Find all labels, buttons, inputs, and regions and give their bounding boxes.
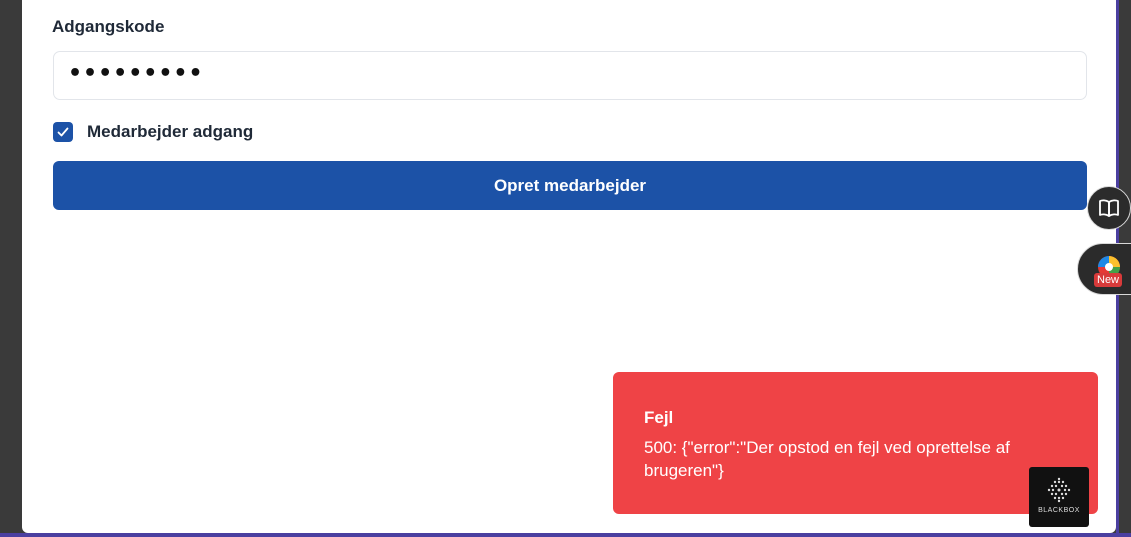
blackbox-logo-icon	[1047, 477, 1071, 503]
toast-title: Fejl	[644, 408, 674, 427]
password-value: •••••••••	[68, 60, 204, 86]
book-widget-button[interactable]	[1087, 186, 1131, 230]
error-toast[interactable]: Fejl 500: {"error":"Der opstod en fejl v…	[613, 372, 1098, 514]
password-label: Adgangskode	[52, 17, 165, 36]
toast-message: 500: {"error":"Der opstod en fejl ved op…	[644, 438, 1010, 480]
blackbox-watermark: BLACKBOX	[1029, 467, 1089, 527]
password-field[interactable]: •••••••••	[53, 51, 1087, 100]
employee-access-row[interactable]: Medarbejder adgang	[53, 121, 253, 143]
watermark-text: BLACKBOX	[1038, 507, 1080, 514]
employee-access-label: Medarbejder adgang	[87, 122, 254, 141]
window-border-bottom	[0, 533, 1131, 537]
new-badge: New	[1094, 273, 1123, 287]
book-icon	[1099, 199, 1119, 217]
create-employee-button[interactable]: Opret medarbejder	[53, 161, 1087, 210]
checkmark-icon	[57, 127, 69, 137]
new-widget-button[interactable]: New	[1077, 243, 1131, 295]
employee-access-checkbox[interactable]	[53, 122, 73, 142]
